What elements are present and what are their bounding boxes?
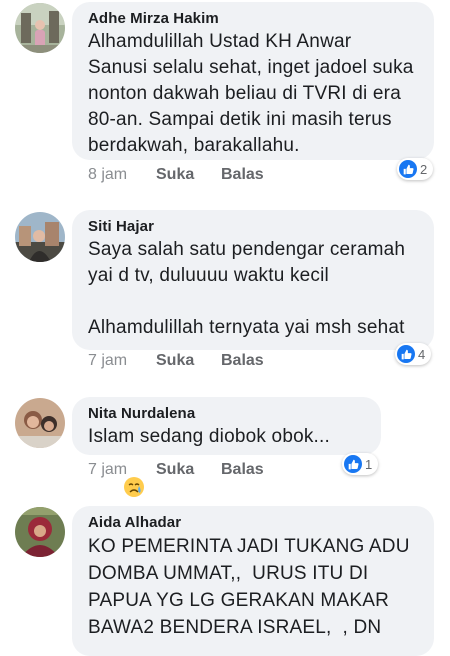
reaction-count: 2 [420, 161, 428, 177]
thumbs-up-icon [397, 345, 415, 363]
comment-actions: 8 jam Suka Balas [88, 166, 264, 184]
comment-actions: 7 jam Suka Balas [88, 461, 264, 479]
avatar[interactable] [15, 3, 65, 53]
comment-text-content: Islam sedang diobok obok... [88, 426, 330, 447]
comment-timestamp[interactable]: 8 jam [88, 166, 156, 184]
comment-author[interactable]: Siti Hajar [88, 218, 420, 235]
reaction-count: 4 [418, 346, 426, 362]
avatar[interactable] [15, 398, 65, 448]
reply-button[interactable]: Balas [221, 461, 264, 479]
reaction-count: 1 [365, 456, 373, 472]
reaction-count-badge[interactable]: 1 [342, 453, 379, 475]
comment-author[interactable]: Adhe Mirza Hakim [88, 10, 420, 27]
thumbs-up-icon [344, 455, 362, 473]
comment-text: Alhamdulillah Ustad KH Anwar Sanusi sela… [88, 31, 414, 156]
comment-text: KO PEMERINTA JADI TUKANG ADU DOMBA UMMAT… [88, 536, 410, 638]
comment-bubble: Adhe Mirza Hakim Alhamdulillah Ustad KH … [72, 2, 434, 160]
reply-button[interactable]: Balas [221, 166, 264, 184]
like-button[interactable]: Suka [156, 461, 221, 479]
comment-bubble: Nita Nurdalena Islam sedang diobok obok.… [72, 397, 381, 497]
like-button[interactable]: Suka [156, 352, 221, 370]
reaction-count-badge[interactable]: 2 [397, 158, 434, 180]
comment-timestamp[interactable]: 7 jam [88, 352, 156, 370]
comment-text: Saya salah satu pendengar ceramah yai d … [88, 239, 406, 338]
comment-timestamp[interactable]: 7 jam [88, 461, 156, 479]
comment-author[interactable]: Aida Alhadar [88, 514, 420, 531]
thumbs-up-icon [399, 160, 417, 178]
comment-bubble: Aida Alhadar KO PEMERINTA JADI TUKANG AD… [72, 506, 434, 656]
comment-actions: 7 jam Suka Balas [88, 352, 264, 370]
avatar[interactable] [15, 212, 65, 262]
like-button[interactable]: Suka [156, 166, 221, 184]
comment-author[interactable]: Nita Nurdalena [88, 405, 367, 422]
comment-bubble: Siti Hajar Saya salah satu pendengar cer… [72, 210, 434, 350]
avatar[interactable] [15, 507, 65, 557]
reply-button[interactable]: Balas [221, 352, 264, 370]
reaction-count-badge[interactable]: 4 [395, 343, 432, 365]
